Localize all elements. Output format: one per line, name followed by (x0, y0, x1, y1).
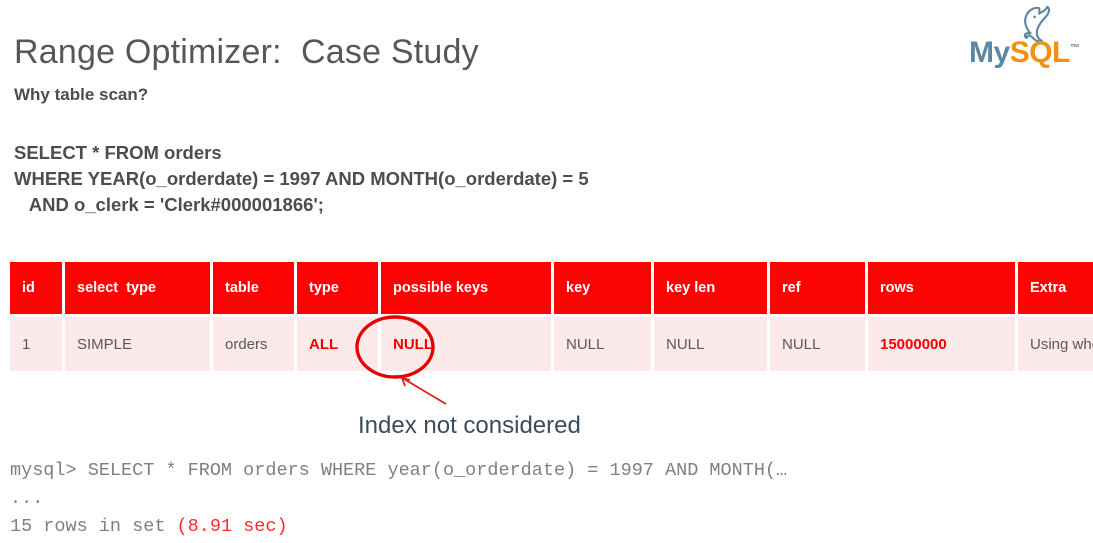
logo-text-my: My (969, 36, 1010, 69)
sql-line-1: SELECT * FROM orders (14, 142, 222, 163)
table-header-row: id select type table type possible keys … (10, 262, 1093, 316)
cell-rows: 15000000 (866, 314, 1018, 371)
column-header-extra: Extra (1016, 262, 1093, 316)
cell-type: ALL (295, 314, 381, 371)
mysql-wordmark: MySQL™ (969, 36, 1080, 69)
sql-line-3: AND o_clerk = 'Clerk#000001866'; (14, 194, 324, 215)
page-title: Range Optimizer: Case Study (14, 33, 479, 71)
cell-ref: NULL (768, 314, 868, 371)
mysql-logo: MySQL™ (969, 6, 1081, 80)
cell-select-type: SIMPLE (63, 314, 213, 371)
terminal-elapsed-time: (8.91 sec) (176, 516, 288, 537)
column-header-possible-keys: possible keys (379, 262, 554, 316)
column-header-key: key (552, 262, 654, 316)
terminal-rows-text: 15 rows in set (10, 516, 177, 537)
terminal-line-2: ... (10, 488, 44, 509)
terminal-line-1: mysql> SELECT * FROM orders WHERE year(o… (10, 460, 788, 481)
cell-id: 1 (10, 314, 65, 371)
annotation-label: Index not considered (358, 412, 581, 439)
logo-text-sql: SQL (1009, 36, 1071, 69)
column-header-rows: rows (866, 262, 1018, 316)
page-subtitle: Why table scan? (14, 85, 149, 104)
terminal-output: mysql> SELECT * FROM orders WHERE year(o… (10, 457, 787, 541)
column-header-table: table (211, 262, 297, 316)
callout-arrow-line (403, 378, 447, 405)
column-header-ref: ref (768, 262, 868, 316)
column-header-key-len: key len (652, 262, 770, 316)
cell-key: NULL (552, 314, 654, 371)
cell-extra: Using where (1016, 314, 1093, 371)
column-header-select-type: select type (63, 262, 213, 316)
cell-key-len: NULL (652, 314, 770, 371)
callout-arrow-head (400, 376, 411, 387)
sql-query-block: SELECT * FROM orders WHERE YEAR(o_orderd… (14, 140, 589, 218)
explain-output-table: id select type table type possible keys … (10, 262, 1093, 371)
terminal-line-3: 15 rows in set (8.91 sec) (10, 516, 288, 537)
column-header-id: id (10, 262, 65, 316)
cell-possible-keys: NULL (379, 314, 554, 371)
table-row: 1 SIMPLE orders ALL NULL NULL NULL NULL … (10, 314, 1093, 371)
sql-line-2: WHERE YEAR(o_orderdate) = 1997 AND MONTH… (14, 168, 589, 189)
logo-trademark: ™ (1069, 43, 1080, 54)
cell-table: orders (211, 314, 297, 371)
column-header-type: type (295, 262, 381, 316)
